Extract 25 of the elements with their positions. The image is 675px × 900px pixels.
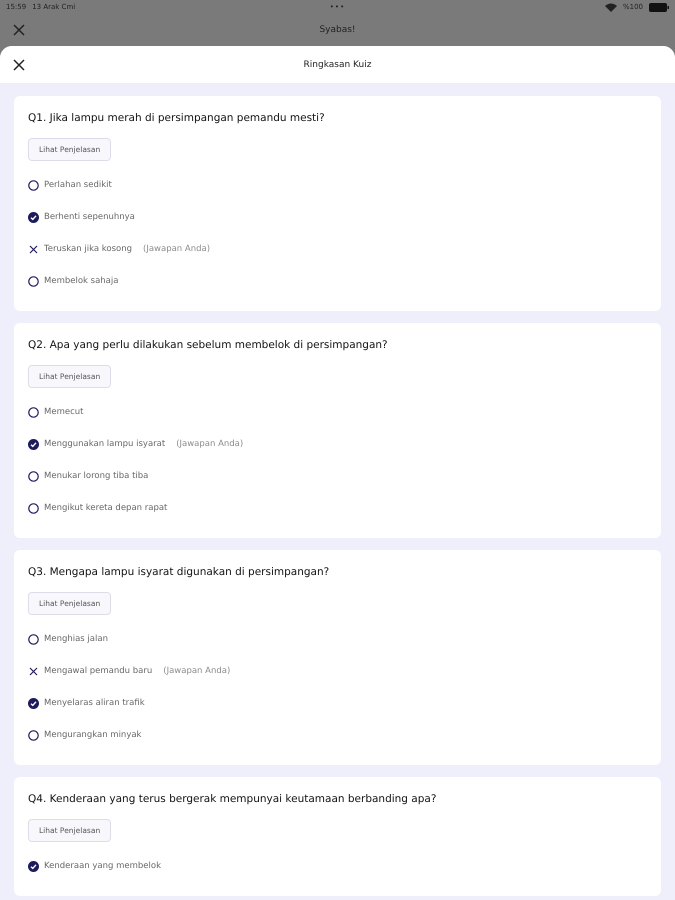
- option-text: Perlahan sedikit: [44, 180, 112, 190]
- question-text: Q4. Kenderaan yang terus bergerak mempunyai keutamaan berbanding apa?: [28, 793, 438, 805]
- option-text: Membelok sahaja: [44, 276, 118, 286]
- wifi-icon: [604, 2, 617, 12]
- your-answer-label: (Jawapan Anda): [163, 666, 230, 676]
- option-text: Menggunakan lampu isyarat: [44, 439, 166, 449]
- close-icon[interactable]: [13, 58, 25, 70]
- option-text: Teruskan jika kosong: [44, 244, 132, 254]
- option-text: Memecut: [44, 407, 84, 417]
- question-text: Q1. Jika lampu merah di persimpangan pemandu mesti?: [28, 112, 326, 124]
- option-text: Kenderaan yang membelok: [44, 861, 162, 871]
- your-answer-label: (Jawapan Anda): [143, 244, 210, 254]
- sheet-title: Ringkasan Kuiz: [304, 60, 372, 70]
- option-text: Menghias jalan: [44, 634, 108, 644]
- battery-icon: [649, 2, 669, 12]
- option-text: Menyelaras aliran trafik: [44, 698, 145, 708]
- your-answer-label: (Jawapan Anda): [176, 439, 244, 449]
- screen-title: Syabas!: [319, 25, 356, 35]
- question-text: Q2. Apa yang perlu dilakukan sebelum membelok di persimpangan?: [28, 339, 389, 351]
- option-text: Mengawal pemandu baru: [44, 666, 152, 676]
- option-text: Mengikut kereta depan rapat: [44, 503, 168, 513]
- question-text: Q3. Mengapa lampu isyarat digunakan di persimpangan?: [28, 566, 330, 578]
- option-text: Menukar lorong tiba tiba: [44, 471, 148, 481]
- option-text: Mengurangkan minyak: [44, 730, 142, 740]
- option-text: Berhenti sepenuhnya: [44, 212, 135, 222]
